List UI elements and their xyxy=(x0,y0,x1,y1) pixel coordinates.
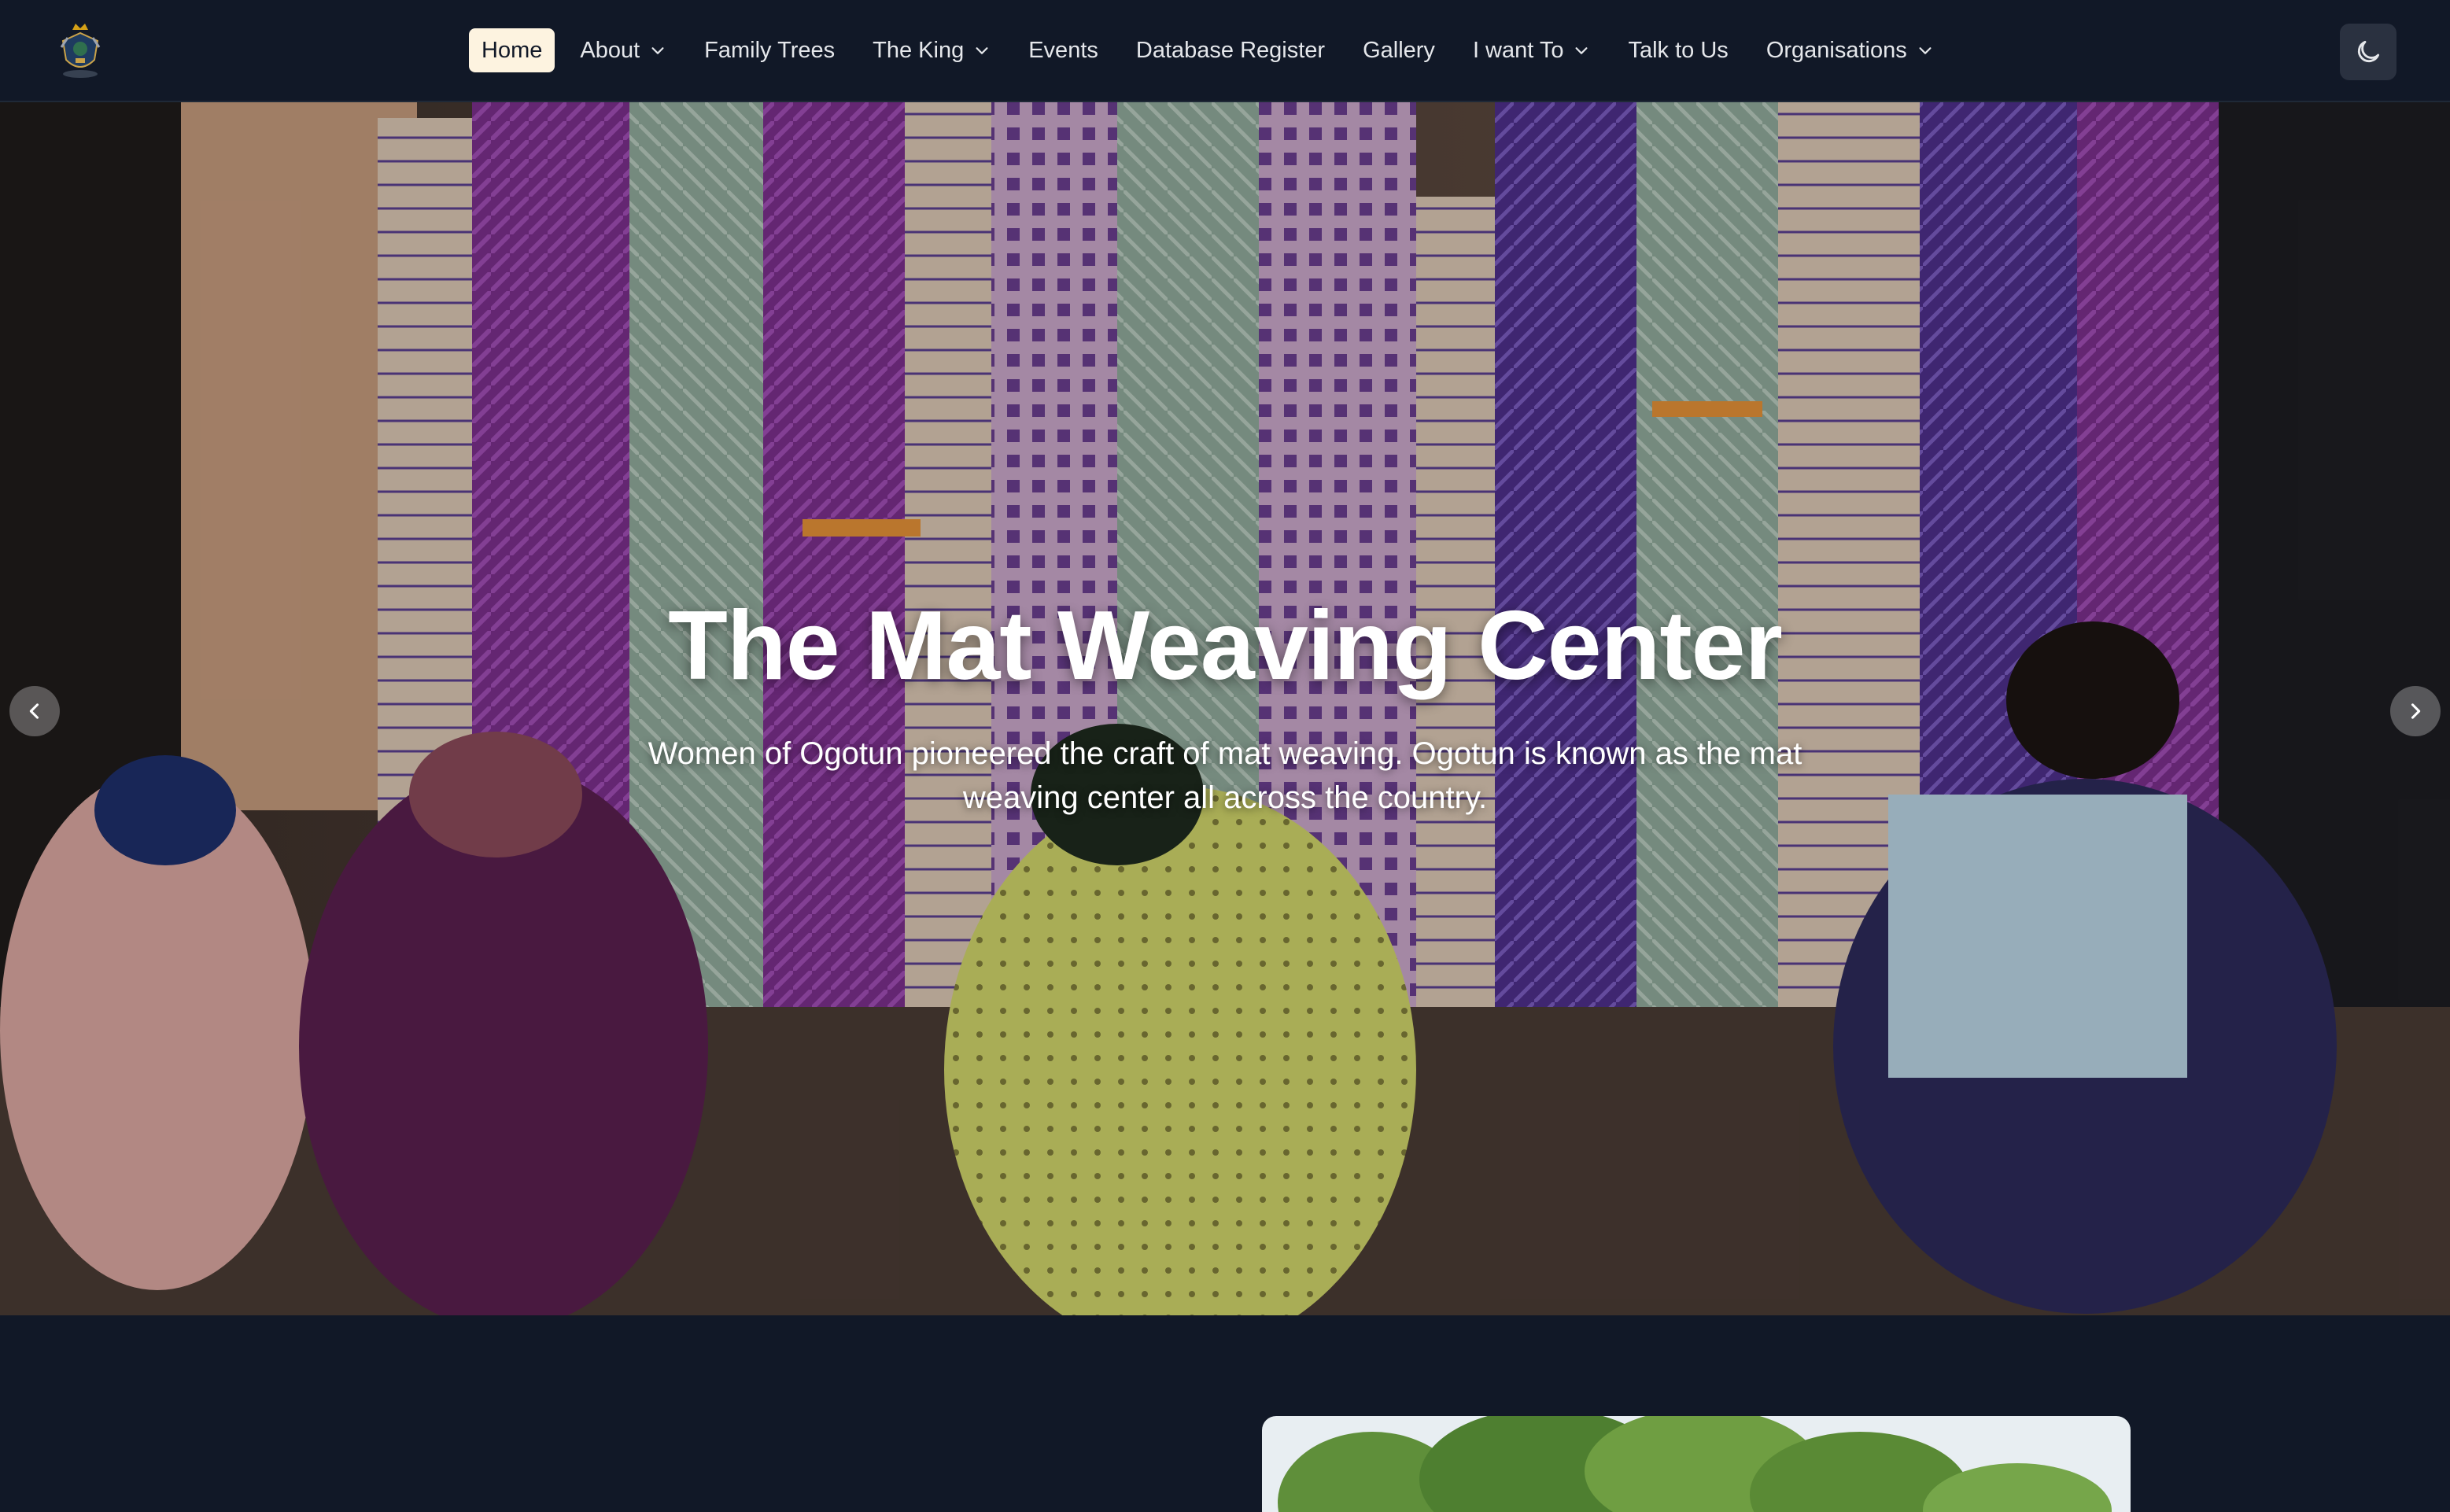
main-nav: Home About Family Trees The King Events … xyxy=(469,28,1959,72)
hero-dim-overlay xyxy=(0,102,2450,1315)
nav-home-label: Home xyxy=(482,37,543,63)
carousel-next-button[interactable] xyxy=(2390,686,2441,736)
nav-events[interactable]: Events xyxy=(1016,28,1111,72)
top-navbar: Home About Family Trees The King Events … xyxy=(0,0,2450,102)
nav-home[interactable]: Home xyxy=(469,28,555,72)
carousel-prev-button[interactable] xyxy=(9,686,60,736)
trees-image xyxy=(1262,1416,2131,1512)
nav-i-want-to[interactable]: I want To xyxy=(1460,28,1603,72)
nav-database-register[interactable]: Database Register xyxy=(1124,28,1338,72)
nav-database-register-label: Database Register xyxy=(1135,37,1326,63)
hero-carousel: The Mat Weaving Center Women of Ogotun p… xyxy=(0,102,2450,1315)
nav-i-want-to-label: I want To xyxy=(1472,37,1564,63)
nav-gallery-label: Gallery xyxy=(1363,37,1435,63)
chevron-down-icon xyxy=(1919,47,1932,54)
about-image-card xyxy=(1262,1416,2131,1512)
nav-the-king[interactable]: The King xyxy=(860,28,1003,72)
nav-talk-to-us[interactable]: Talk to Us xyxy=(1615,28,1740,72)
nav-family-trees-label: Family Trees xyxy=(704,37,836,63)
theme-toggle-button[interactable] xyxy=(2340,24,2396,80)
nav-gallery[interactable]: Gallery xyxy=(1350,28,1448,72)
nav-talk-to-us-label: Talk to Us xyxy=(1628,37,1729,63)
chevron-down-icon xyxy=(651,47,664,54)
chevron-down-icon xyxy=(976,47,988,54)
chevron-down-icon xyxy=(1575,47,1588,54)
hero-description: Women of Ogotun pioneered the craft of m… xyxy=(648,736,1802,815)
chevron-left-icon xyxy=(29,703,39,719)
nav-organisations-label: Organisations xyxy=(1766,37,1907,63)
nav-the-king-label: The King xyxy=(873,37,965,63)
nav-about[interactable]: About xyxy=(567,28,679,72)
nav-family-trees[interactable]: Family Trees xyxy=(692,28,847,72)
crest-logo[interactable] xyxy=(49,19,112,82)
nav-about-label: About xyxy=(580,37,640,63)
nav-organisations[interactable]: Organisations xyxy=(1754,28,1946,72)
hero-title: The Mat Weaving Center xyxy=(668,592,1783,700)
moon-icon xyxy=(2357,40,2380,63)
chevron-right-icon xyxy=(2411,703,2421,719)
nav-events-label: Events xyxy=(1028,37,1098,63)
